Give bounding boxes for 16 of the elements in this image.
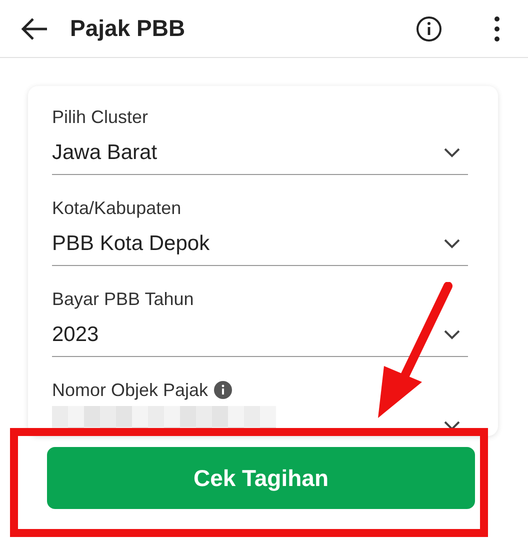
back-arrow-icon[interactable]: [20, 16, 48, 40]
page-title: Pajak PBB: [70, 15, 186, 42]
field-label: Pilih Cluster: [52, 106, 148, 128]
field-label: Nomor Objek Pajak: [52, 380, 208, 400]
more-options-icon[interactable]: [494, 16, 500, 42]
dropdown-field[interactable]: PBB Kota Depok: [52, 223, 468, 266]
chevron-down-icon: [444, 148, 460, 158]
chevron-down-icon: [444, 330, 460, 340]
dropdown-field[interactable]: 2023: [52, 314, 468, 357]
dropdown-field[interactable]: Jawa Barat: [52, 132, 468, 175]
field-label: Kota/Kabupaten: [52, 198, 182, 218]
field-label: Bayar PBB Tahun: [52, 288, 194, 310]
chevron-down-icon: [444, 239, 460, 249]
info-icon[interactable]: [214, 381, 232, 399]
info-icon[interactable]: [416, 16, 442, 42]
chevron-down-icon: [444, 421, 460, 431]
